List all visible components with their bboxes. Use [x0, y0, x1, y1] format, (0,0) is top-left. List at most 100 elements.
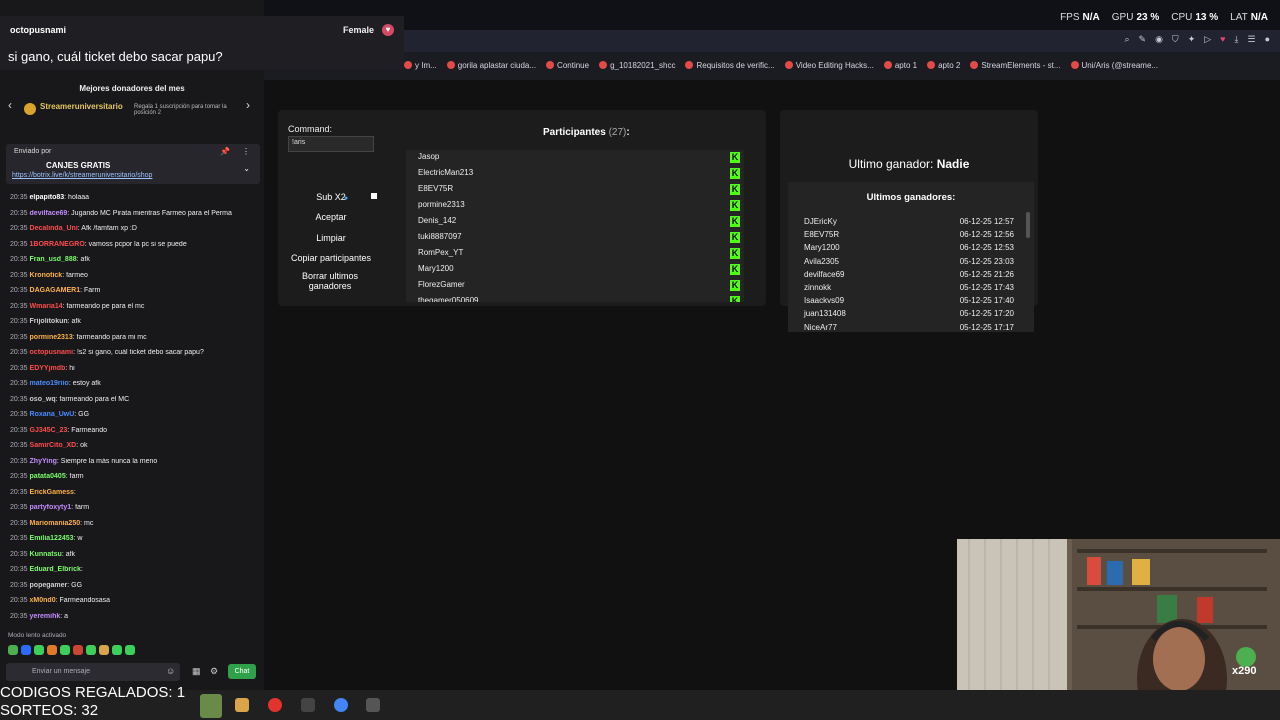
emote-icon[interactable]	[73, 645, 83, 655]
emote-icon[interactable]	[60, 645, 70, 655]
emote-bar	[8, 645, 135, 655]
chat-username[interactable]: pormine2313	[30, 334, 73, 341]
edit-icon[interactable]: ✎	[1139, 34, 1147, 45]
shield-icon[interactable]: ⛉	[1172, 34, 1179, 45]
chat-username[interactable]: Kunnatsu	[30, 551, 62, 558]
chat-username[interactable]: popegamer	[30, 582, 68, 589]
emote-icon[interactable]	[34, 645, 44, 655]
chevron-right-icon[interactable]: ›	[246, 98, 250, 112]
chrome-icon[interactable]	[334, 698, 348, 712]
winner-name: juan131408	[804, 309, 846, 319]
chat-username[interactable]: EDYYjmdb	[30, 365, 66, 372]
kick-k-icon: K	[730, 280, 740, 291]
chat-username[interactable]: SamirCito_XD	[30, 442, 77, 449]
search-icon[interactable]: ⌕	[1124, 34, 1129, 45]
bookmark-item[interactable]: Uni/Aris (@streame...	[1070, 56, 1158, 74]
sub-x2-toggle[interactable]: Sub X2	[288, 192, 374, 202]
profile-icon[interactable]: ●	[1265, 34, 1270, 45]
heart-icon[interactable]: ♥	[1220, 34, 1225, 45]
participant-name: Mary1200	[418, 264, 454, 273]
chat-username[interactable]: DAGAGAMER1	[30, 287, 81, 294]
command-input[interactable]: !aris	[288, 136, 374, 152]
emote-icon[interactable]	[112, 645, 122, 655]
camera-icon[interactable]: ◉	[1155, 34, 1163, 45]
pinned-link[interactable]: https://botrix.live/k/streameruniversita…	[12, 172, 152, 179]
bookmark-item[interactable]: y Im...	[404, 56, 437, 74]
chat-username[interactable]: Roxana_UwU	[30, 411, 75, 418]
app-thumbnail-icon[interactable]	[200, 694, 222, 718]
sub-checkbox[interactable]	[371, 193, 377, 199]
bookmark-item[interactable]: Requisitos de verific...	[685, 56, 775, 74]
chat-username[interactable]: octopusnami	[30, 349, 74, 356]
chat-username[interactable]: patata0405	[30, 473, 66, 480]
emote-icon[interactable]	[99, 645, 109, 655]
copy-participants-button[interactable]: Copiar participantes	[288, 253, 374, 263]
participant-name: Jasop	[418, 152, 440, 161]
scrollbar[interactable]	[1026, 212, 1030, 238]
chat-username[interactable]: GJ345C_23	[30, 427, 68, 434]
accept-button[interactable]: Aceptar	[288, 212, 374, 222]
bookmark-item[interactable]: apto 2	[927, 56, 960, 74]
clear-winners-button[interactable]: Borrar ultimos ganadores	[290, 271, 370, 291]
kick-k-icon: K	[730, 184, 740, 195]
chat-username[interactable]: mateo19riio	[30, 380, 69, 387]
bookmark-item[interactable]: apto 1	[883, 56, 917, 74]
pinned-message[interactable]: Enviado por 📌 ⋮ CANJES GRATIS ⌄ https://…	[6, 144, 260, 184]
chat-username[interactable]: Wmaria14	[30, 303, 63, 310]
more-icon[interactable]: ⋮	[242, 147, 250, 156]
chevron-left-icon[interactable]: ‹	[8, 98, 12, 112]
emote-icon[interactable]	[8, 645, 18, 655]
emote-icon[interactable]	[21, 645, 31, 655]
chat-username[interactable]: elpapito83	[30, 194, 65, 201]
participants-list[interactable]: Jasop K ElectricMan213 K E8EV75R Kpormine2313…	[406, 150, 744, 302]
bookmark-icon	[883, 61, 892, 69]
winner-date: 06-12-25 12:57	[959, 217, 1014, 226]
chat-username[interactable]: partyfoxyty1	[30, 504, 72, 511]
chat-username[interactable]: Mariomania250	[30, 520, 81, 527]
chat-message: 20:35 Mariomania250: mc	[10, 519, 94, 527]
extension-icon[interactable]: ✦	[1188, 34, 1196, 45]
emote-icon[interactable]	[47, 645, 57, 655]
chat-username[interactable]: 1BORRANEGRO	[30, 241, 85, 248]
participant-name: pormine2313	[418, 200, 465, 209]
bookmark-item[interactable]: g_10182021_shcc	[599, 56, 675, 74]
clear-button[interactable]: Limpiar	[288, 233, 374, 243]
alert-user: octopusnami	[10, 25, 67, 35]
emote-icon[interactable]	[125, 645, 135, 655]
chat-send-button[interactable]: Chat	[228, 664, 256, 679]
bookmark-item[interactable]: StreamElements - st...	[970, 56, 1061, 74]
chat-username[interactable]: Fran_usd_888	[30, 256, 77, 263]
chat-username[interactable]: Kronotick	[30, 272, 63, 279]
download-icon[interactable]: ⤓	[1235, 34, 1239, 45]
folder-icon[interactable]	[235, 698, 249, 712]
bookmark-item[interactable]: Video Editing Hacks...	[784, 56, 874, 74]
chat-username[interactable]: xM0nd0	[30, 597, 56, 604]
chat-username[interactable]: oso_wq	[30, 396, 56, 403]
store-icon[interactable]: ▦	[192, 666, 201, 677]
chevron-down-icon[interactable]: ⌄	[243, 164, 250, 173]
terminal-icon[interactable]	[366, 698, 380, 712]
chat-username[interactable]: yeremihk	[30, 613, 61, 620]
chat-username[interactable]: Frijolitokun	[30, 318, 68, 325]
chat-message: 20:35 octopusnami: !s2 si gano, cuál tick…	[10, 349, 204, 356]
emoji-icon[interactable]: ☺	[166, 666, 175, 676]
bookmark-item[interactable]: gorila aplastar ciuda...	[446, 56, 536, 74]
chat-input[interactable]: Enviar un mensaje	[6, 663, 180, 681]
app-icon[interactable]	[301, 698, 315, 712]
chat-username[interactable]: Eduard_Elbrick	[30, 566, 81, 573]
play-icon[interactable]: ▷	[1204, 34, 1211, 45]
gear-icon[interactable]: ⚙	[210, 666, 218, 677]
bookmark-item[interactable]: Continue	[546, 56, 589, 74]
chat-username[interactable]: ZhyYing	[30, 458, 57, 465]
chat-username[interactable]: Decalinda_Uni	[30, 225, 78, 232]
chat-username[interactable]: Emilia122453	[30, 535, 74, 542]
chat-message: 20:35 Wmaria14: farmeando pe para el mc	[10, 302, 145, 310]
pin-icon[interactable]: 📌	[220, 147, 230, 156]
chat-username[interactable]: devilface69	[30, 210, 68, 217]
emote-icon[interactable]	[86, 645, 96, 655]
chat-username[interactable]: ErickGamess	[30, 489, 74, 496]
bookmark-icon	[970, 61, 979, 69]
opera-icon[interactable]	[268, 698, 282, 712]
chat-message: 20:35 yeremihk: a	[10, 612, 69, 620]
menu-icon[interactable]: ☰	[1247, 34, 1255, 45]
